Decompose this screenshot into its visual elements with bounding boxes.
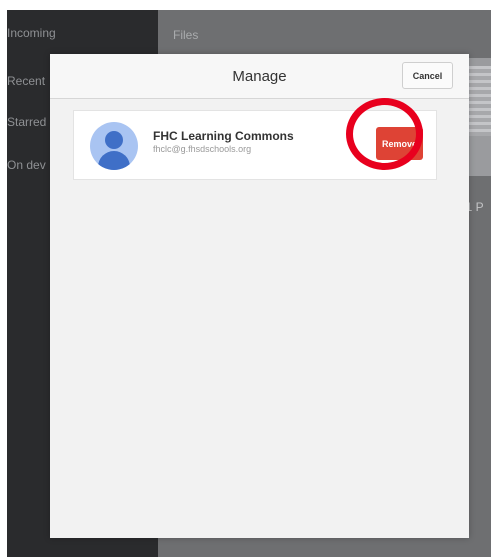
cancel-button[interactable]: Cancel <box>402 62 453 89</box>
account-name: FHC Learning Commons <box>153 129 294 143</box>
sidebar-item-starred[interactable]: Starred <box>7 115 46 129</box>
sidebar-item-incoming[interactable]: Incoming <box>7 26 56 40</box>
dialog-header: Manage Cancel <box>50 54 469 99</box>
app-window: Incoming Recent Starred On dev Files 21 … <box>7 10 491 557</box>
highlight-ring <box>346 98 423 170</box>
avatar <box>90 122 138 170</box>
main-header: Files <box>173 28 199 42</box>
person-icon-body <box>98 151 130 170</box>
sidebar-item-recent[interactable]: Recent <box>7 74 45 88</box>
account-email: fhclc@g.fhsdschools.org <box>153 144 252 154</box>
sidebar-item-on-device[interactable]: On dev <box>7 158 46 172</box>
person-icon-head <box>105 131 123 149</box>
